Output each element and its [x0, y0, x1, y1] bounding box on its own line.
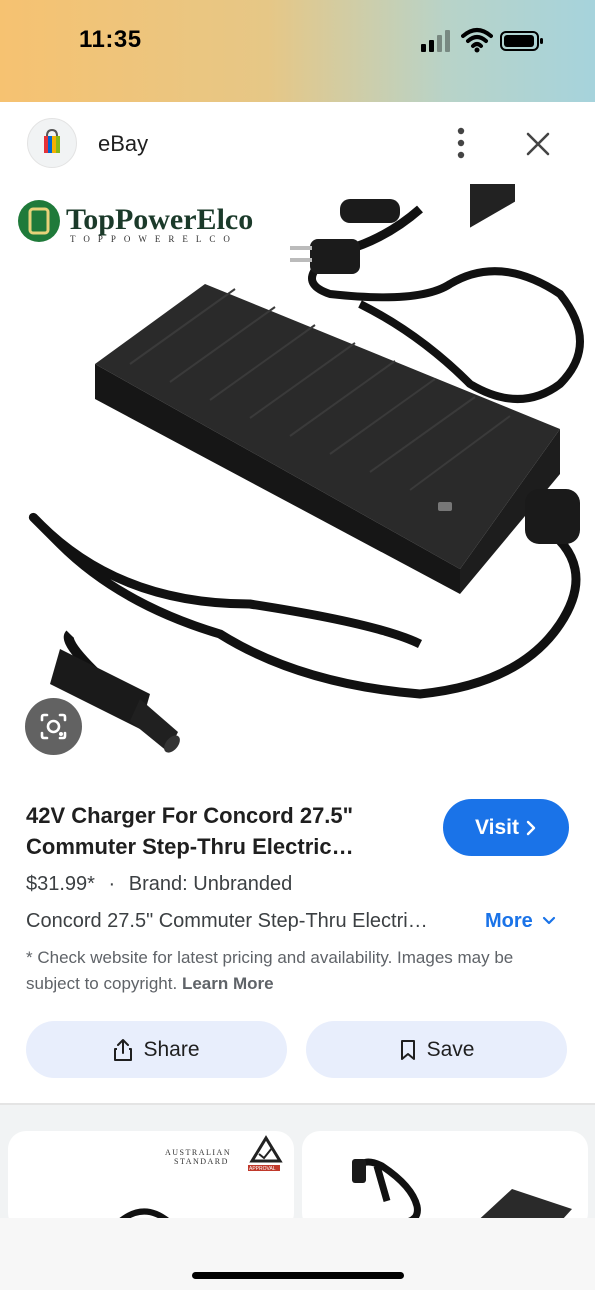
share-button[interactable]: Share: [26, 1021, 287, 1078]
save-button[interactable]: Save: [306, 1021, 567, 1078]
related-image-2: [352, 1158, 572, 1231]
learn-more-link[interactable]: Learn More: [182, 974, 274, 993]
chevron-right-icon: [526, 820, 536, 835]
price: $31.99*: [26, 873, 95, 895]
product-description: Concord 27.5" Commuter Step-Thru Electri…: [26, 910, 428, 932]
standard-badge-line-3: APPROVAL: [249, 1166, 276, 1172]
close-icon[interactable]: [521, 127, 555, 161]
charger-illustration: TopPowerElco TOPPOWERELCO: [18, 184, 584, 753]
brand: Brand: Unbranded: [128, 873, 293, 895]
wifi-icon: [461, 28, 493, 53]
more-button[interactable]: More: [485, 910, 556, 933]
bookmark-icon: [400, 1039, 415, 1060]
share-label: Share: [143, 1037, 200, 1061]
more-options-icon[interactable]: [447, 124, 475, 162]
product-title-line-2: Commuter Step-Thru Electric…: [26, 834, 354, 859]
lens-icon: [40, 713, 67, 740]
chevron-down-icon: [543, 916, 556, 925]
brand-logo-subtext: TOPPOWERELCO: [70, 234, 238, 244]
product-image[interactable]: TopPowerElco TOPPOWERELCO: [0, 184, 595, 774]
visit-button[interactable]: Visit: [443, 799, 569, 856]
sheet-header: [0, 102, 595, 184]
standard-badge-line-2: STANDARD: [174, 1157, 229, 1166]
separator: ·: [108, 873, 116, 895]
site-name: eBay: [98, 131, 149, 156]
ebay-shopping-bag-icon: [44, 128, 60, 153]
share-icon: [114, 1038, 133, 1061]
google-lens-button[interactable]: [25, 698, 82, 755]
battery-icon: [500, 31, 543, 51]
disclaimer: * Check website for latest pricing and a…: [26, 945, 566, 997]
product-title[interactable]: 42V Charger For Concord 27.5" Commuter S…: [26, 800, 426, 862]
product-title-line-1: 42V Charger For Concord 27.5": [26, 803, 354, 828]
related-card[interactable]: [302, 1131, 588, 1231]
cellular-signal-icon: [421, 30, 450, 52]
site-logo[interactable]: [27, 118, 77, 168]
save-label: Save: [426, 1037, 475, 1061]
status-bar: 11:35: [0, 0, 595, 102]
price-brand-line: $31.99* · Brand: Unbranded: [26, 873, 292, 896]
visit-label: Visit: [475, 815, 519, 839]
related-card[interactable]: AUSTRALIAN STANDARD APPROVAL: [8, 1131, 294, 1231]
bottom-bar: [0, 1218, 595, 1290]
brand-logo-text: TopPowerElco: [66, 203, 253, 236]
status-time: 11:35: [79, 26, 142, 53]
home-indicator[interactable]: [192, 1272, 404, 1279]
standard-badge-line-1: AUSTRALIAN: [165, 1148, 231, 1157]
more-label: More: [485, 910, 533, 932]
brand-logo: TopPowerElco TOPPOWERELCO: [18, 200, 253, 244]
related-image-1: AUSTRALIAN STANDARD APPROVAL: [116, 1135, 283, 1226]
